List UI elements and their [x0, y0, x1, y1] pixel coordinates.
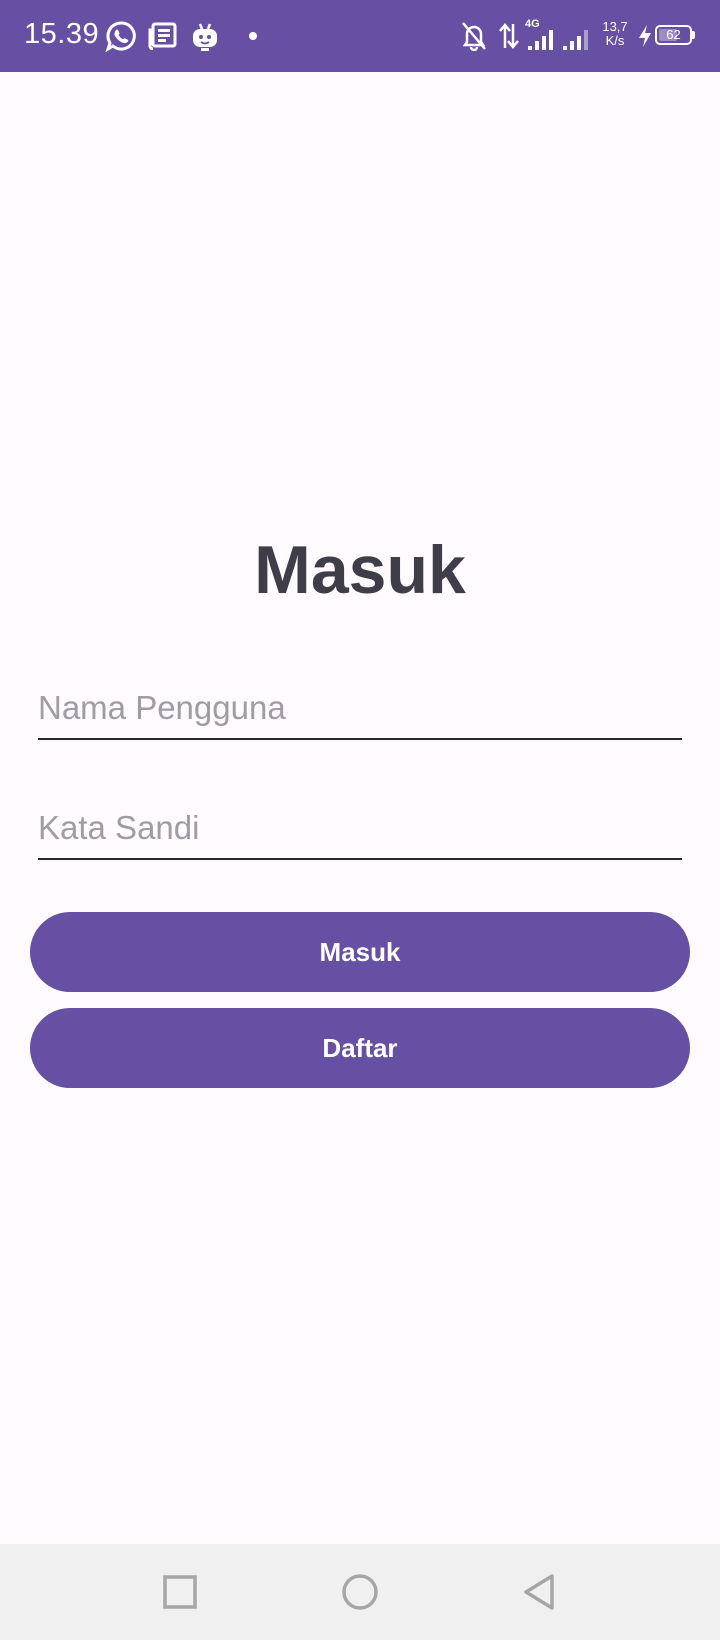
password-input[interactable]	[38, 800, 682, 856]
status-bar: 15.39 4G 13,7 K/s 62	[0, 0, 720, 72]
bot-icon	[193, 23, 217, 51]
battery-cap	[692, 31, 695, 39]
username-field	[38, 680, 682, 740]
network-speed-unit: K/s	[605, 33, 625, 48]
password-field	[38, 800, 682, 860]
data-transfer-icon	[499, 23, 519, 49]
login-button[interactable]: Masuk	[30, 912, 690, 992]
register-button[interactable]: Daftar	[30, 1008, 690, 1088]
network-speed-value: 13,7	[602, 19, 628, 34]
charging-icon	[639, 25, 651, 47]
network-speed: 13,7 K/s	[600, 20, 630, 48]
news-icon	[148, 22, 177, 50]
back-triangle-icon[interactable]	[514, 1566, 566, 1618]
battery-icon: 62	[655, 25, 692, 45]
home-circle-icon[interactable]	[334, 1566, 386, 1618]
signal-icon	[528, 30, 553, 50]
navigation-bar	[0, 1544, 720, 1640]
page-title: Masuk	[254, 532, 466, 608]
recents-square-icon[interactable]	[154, 1566, 206, 1618]
signal-icon-2	[563, 30, 588, 50]
bell-off-icon	[462, 22, 486, 52]
username-input[interactable]	[38, 680, 682, 736]
status-time: 15.39	[24, 18, 100, 50]
battery-level: 62	[666, 27, 681, 42]
dot-icon	[249, 32, 257, 40]
whatsapp-icon	[105, 21, 136, 52]
